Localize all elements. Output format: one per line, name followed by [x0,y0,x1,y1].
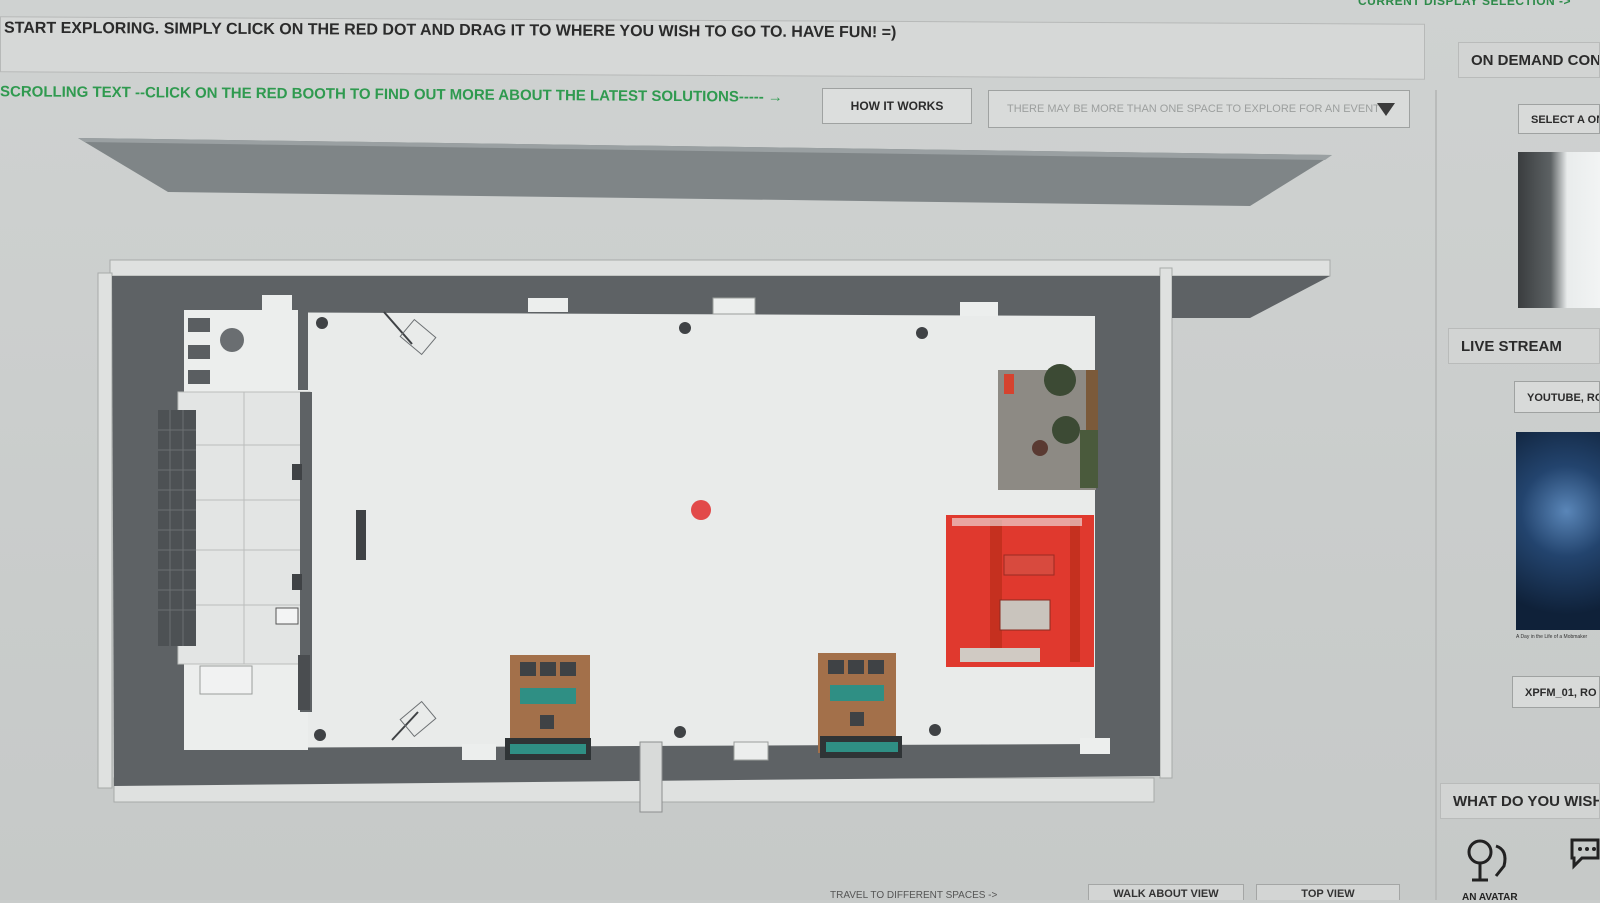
top-view-button[interactable]: TOP VIEW [1256,884,1400,900]
avatar-label: AN AVATAR [1462,892,1518,903]
kiosk-left[interactable] [505,655,591,760]
scrolling-text-label: SCROLLING TEXT --CLICK ON THE RED BOOTH … [0,83,764,106]
select-content-button[interactable]: SELECT A ON [1518,104,1600,134]
arrow-right-icon: → [767,88,783,106]
kiosk-right[interactable] [818,653,902,758]
display-selection-link[interactable]: CURRENT DISPLAY SELECTION -> [1358,0,1571,8]
sidebar-divider [1435,90,1437,900]
navigation-dot[interactable] [691,500,711,520]
space-select[interactable]: THERE MAY BE MORE THAN ONE SPACE TO EXPL… [988,90,1410,128]
avatar-icon[interactable] [1466,836,1512,884]
space-select-placeholder: THERE MAY BE MORE THAN ONE SPACE TO EXPL… [1007,103,1380,115]
red-booth[interactable] [946,515,1094,667]
what-title: WHAT DO YOU WISH [1440,783,1600,819]
walk-about-view-button[interactable]: WALK ABOUT VIEW [1088,884,1244,900]
youtube-button[interactable]: YOUTUBE, RO [1514,381,1600,413]
on-demand-title: ON DEMAND CON [1458,42,1600,78]
on-demand-thumbnail[interactable] [1518,152,1600,308]
chevron-down-icon[interactable] [1377,103,1395,116]
scrolling-text: SCROLLING TEXT --CLICK ON THE RED BOOTH … [0,83,783,105]
room-button[interactable]: XPFM_01, RO [1512,676,1600,708]
how-it-works-button[interactable]: HOW IT WORKS [822,88,972,124]
stream-caption: A Day in the Life of a Mobmaker [1516,634,1588,640]
travel-note: TRAVEL TO DIFFERENT SPACES -> [830,890,998,901]
live-stream-title: LIVE STREAM [1448,328,1600,364]
chat-icon[interactable] [1568,834,1600,874]
live-stream-thumbnail[interactable] [1516,432,1600,630]
floor-plan [78,138,1332,813]
screen: CURRENT DISPLAY SELECTION -> START EXPLO… [0,0,1600,903]
